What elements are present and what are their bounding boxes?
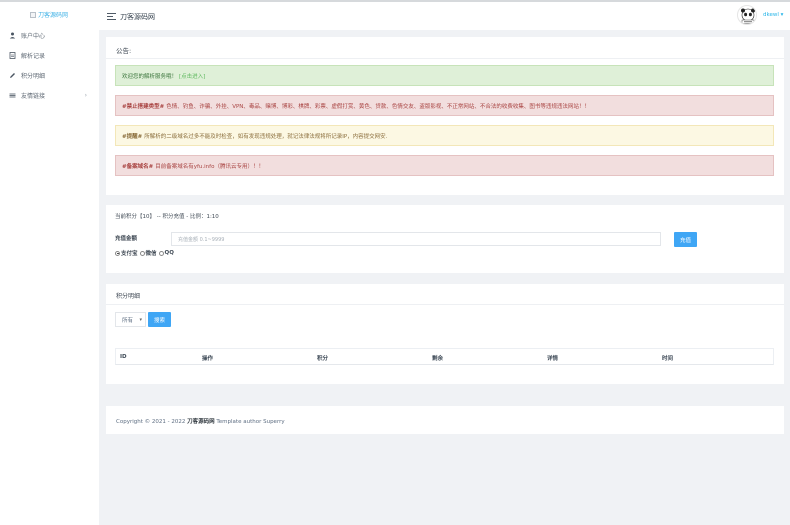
logo-alt-text: 刀客源码网: [38, 12, 69, 19]
radio-label: 微信: [145, 251, 157, 257]
col-time: 时间: [662, 356, 674, 362]
sidebar: 刀客源码网 账户中心 解析记录 积分明细 友情链接 ›: [0, 2, 99, 525]
radio-label: 支付宝: [121, 251, 138, 257]
radio-wechat[interactable]: 微信: [139, 249, 157, 257]
user-menu[interactable]: dkewl ▾: [763, 12, 783, 18]
copyright-prefix: Copyright © 2021 - 2022: [116, 419, 186, 425]
alert-text: 色情、钓鱼、诈骗、外挂、VPN、毒品、赌博、博彩、棋牌、彩票、虚假打赏、黄色、贷…: [166, 103, 590, 110]
alert-text: 欢迎您的解析服务哦！: [122, 73, 178, 80]
col-points: 积分: [317, 356, 329, 362]
amount-placeholder: 充值金额 0.1~9999: [178, 236, 225, 243]
top-header: 刀客源码网 dkewl ▾: [99, 2, 790, 30]
amount-input[interactable]: 充值金额 0.1~9999: [171, 232, 661, 246]
chevron-down-icon: ▾: [780, 12, 784, 18]
recharge-card: 当前积分【10】 -- 积分充值 - 比例：1:10 充值金额 充值金额 0.1…: [106, 205, 784, 273]
alert-text: 目前备案域名有yfu.info（腾讯云专用）！！: [155, 163, 264, 170]
type-filter-select[interactable]: 所有 ▾: [115, 312, 146, 327]
radio-label: QQ: [164, 250, 174, 256]
hamburger-menu-icon[interactable]: [107, 13, 116, 20]
username-text: dkewl: [763, 12, 779, 18]
reminder-alert: #提醒# 所解析的二级域名过多不能及时检查，如有发现违规处理，就记法律法规将所记…: [115, 125, 774, 146]
page-title: 刀客源码网: [120, 13, 155, 21]
welcome-alert: 欢迎您的解析服务哦！ [点击进入]: [115, 65, 774, 86]
avatar[interactable]: [737, 5, 757, 25]
alert-prefix: #备案域名#: [122, 163, 154, 170]
alert-prefix: #提醒#: [122, 133, 143, 140]
payment-method-group: 支付宝 微信 QQ: [115, 249, 174, 257]
col-action: 操作: [202, 356, 214, 362]
sidebar-item-label: 账户中心: [21, 32, 46, 40]
points-title: 积分明细: [106, 284, 784, 305]
points-detail-card: 积分明细 所有 ▾ 搜索 ID 操作 积分 剩余 详情 时间: [106, 284, 784, 384]
pencil-icon: [9, 72, 16, 79]
alert-prefix: #禁止搭建类型#: [122, 103, 165, 110]
site-logo[interactable]: 刀客源码网: [30, 10, 68, 19]
radio-alipay[interactable]: 支付宝: [115, 249, 138, 257]
col-id: ID: [120, 354, 127, 360]
select-value: 所有: [122, 317, 134, 324]
points-info: 当前积分【10】 -- 积分充值 - 比例：1:10: [115, 214, 219, 220]
menu-lines-icon: [9, 92, 16, 99]
amount-label: 充值金额: [115, 236, 138, 242]
copyright-text: Copyright © 2021 - 2022 刀客源码网 Template a…: [116, 417, 285, 425]
col-detail: 详情: [547, 356, 559, 362]
sidebar-item-label: 解析记录: [21, 52, 46, 60]
table-header: ID 操作 积分 剩余 详情 时间: [115, 348, 774, 365]
alert-text: 所解析的二级域名过多不能及时检查，如有发现违规处理，就记法律法规将所记录IP，内…: [144, 133, 388, 140]
prohibited-alert: #禁止搭建类型# 色情、钓鱼、诈骗、外挂、VPN、毒品、赌博、博彩、棋牌、彩票、…: [115, 95, 774, 116]
user-icon: [9, 32, 16, 39]
caret-down-icon: ▾: [139, 317, 142, 323]
filing-domain-alert: #备案域名# 目前备案域名有yfu.info（腾讯云专用）！！: [115, 155, 774, 176]
search-button[interactable]: 搜索: [148, 312, 171, 327]
radio-qq[interactable]: QQ: [158, 250, 174, 256]
enter-link[interactable]: [点击进入]: [179, 72, 205, 80]
sidebar-item-label: 积分明细: [21, 72, 46, 80]
notice-title: 公告:: [106, 37, 784, 59]
chevron-right-icon: ›: [84, 91, 87, 99]
sidebar-item-points[interactable]: 积分明细: [0, 68, 99, 82]
broken-image-icon: [30, 11, 36, 18]
copyright-suffix: Template author Superry: [216, 419, 285, 425]
notice-card: 公告: 欢迎您的解析服务哦！ [点击进入] #禁止搭建类型# 色情、钓鱼、诈骗、…: [106, 37, 784, 195]
sidebar-item-records[interactable]: 解析记录: [0, 48, 99, 62]
col-remaining: 剩余: [432, 356, 444, 362]
sidebar-item-label: 友情链接: [21, 92, 46, 100]
sidebar-item-account[interactable]: 账户中心: [0, 28, 99, 42]
footer-brand: 刀客源码网: [187, 419, 215, 425]
footer: Copyright © 2021 - 2022 刀客源码网 Template a…: [106, 406, 784, 434]
recharge-button[interactable]: 充值: [674, 232, 697, 247]
file-icon: [9, 51, 16, 59]
sidebar-item-links[interactable]: 友情链接 ›: [0, 88, 99, 102]
